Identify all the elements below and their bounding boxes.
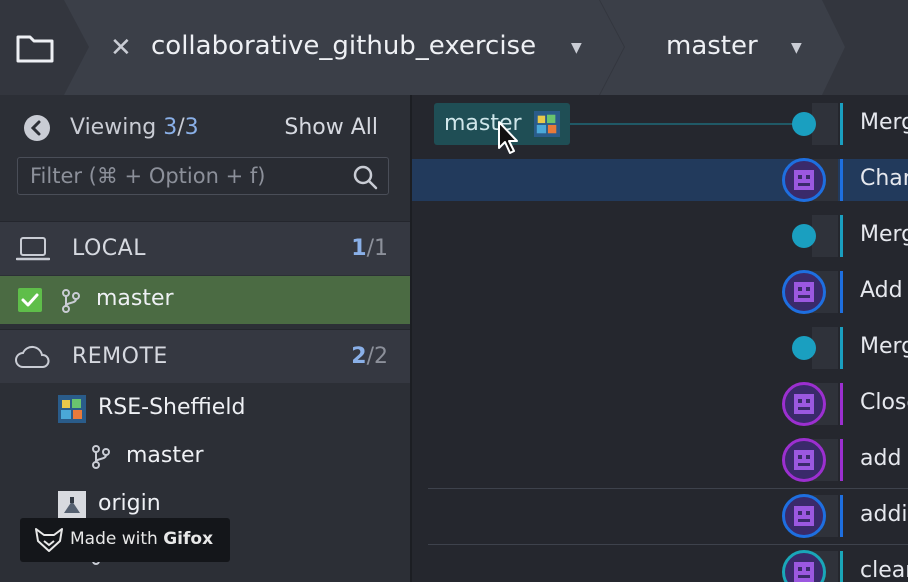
viewing-total: 3: [184, 115, 199, 140]
laptop-icon: [16, 237, 50, 261]
invader-icon: [794, 562, 814, 582]
viewing-header: Viewing 3/3 Show All: [20, 113, 400, 143]
cloud-icon: [15, 345, 50, 368]
avatar[interactable]: [782, 494, 826, 538]
gifox-watermark: Made with Gifox: [20, 518, 230, 562]
fox-icon: [35, 528, 63, 552]
avatar: [58, 491, 86, 519]
branch-icon: [92, 445, 110, 469]
commit-message: clear: [860, 558, 908, 582]
sidebar-item-remote-branch[interactable]: master: [0, 433, 410, 481]
divider: [428, 544, 908, 545]
sidebar: Viewing 3/3 Show All Filter (⌘ + Option …: [0, 95, 410, 582]
commit-bar: [840, 439, 843, 481]
merge-node[interactable]: [792, 336, 816, 360]
commit-message: Close: [860, 390, 908, 415]
sidebar-item-remote[interactable]: RSE-Sheffield: [0, 385, 410, 433]
commit-bar: [840, 383, 843, 425]
viewing-label: Viewing: [70, 115, 157, 140]
remote-count-sep: /: [366, 344, 374, 369]
filter-input[interactable]: Filter (⌘ + Option + f): [17, 157, 389, 195]
commit-bar: [840, 327, 843, 369]
folder-icon: [16, 35, 54, 62]
open-repo-button[interactable]: [0, 0, 70, 95]
invader-icon: [794, 394, 814, 414]
filter-placeholder: Filter (⌘ + Option + f): [30, 164, 266, 188]
avatar[interactable]: [782, 382, 826, 426]
remote-name: RSE-Sheffield: [98, 395, 246, 420]
check-icon: [21, 293, 39, 307]
local-section[interactable]: LOCAL 1/1: [0, 221, 410, 275]
commit-bar: [840, 495, 843, 537]
commit-bar: [840, 103, 843, 145]
commit-bar: [840, 159, 843, 201]
invader-icon: [794, 450, 814, 470]
remote-branch-label: master: [126, 443, 204, 468]
remote-count-b: 2: [374, 344, 388, 369]
gifox-label: Made with Gifox: [70, 529, 213, 549]
caret-down-icon[interactable]: ▼: [791, 40, 802, 56]
viewing-current: 3: [163, 115, 178, 140]
commit-graph: master master MergCharMergAddMergClosead…: [410, 95, 908, 582]
commit-message: add: [860, 446, 902, 471]
local-count: 1/1: [351, 236, 388, 261]
remote-section[interactable]: REMOTE 2/2: [0, 329, 410, 383]
avatar[interactable]: [782, 438, 826, 482]
remote-label: REMOTE: [72, 344, 168, 369]
invader-icon: [794, 282, 814, 302]
gifox-prefix: Made with: [70, 529, 164, 549]
caret-down-icon[interactable]: ▼: [571, 40, 582, 56]
viewing-count: Viewing 3/3: [70, 115, 199, 140]
remote-name: origin: [98, 491, 161, 516]
commit-message: addi: [860, 502, 908, 527]
invader-icon: [794, 506, 814, 526]
avatar[interactable]: [782, 270, 826, 314]
local-count-b: 1: [374, 236, 388, 261]
commit-bar: [840, 215, 843, 257]
commit-message: Char: [860, 166, 908, 191]
divider: [428, 488, 908, 489]
merge-node[interactable]: [792, 112, 816, 136]
checkbox[interactable]: [18, 288, 42, 312]
mouse-cursor-icon: [498, 121, 518, 154]
branch-name[interactable]: master: [666, 31, 758, 61]
local-branch-label: master: [96, 286, 174, 311]
avatar[interactable]: [782, 550, 826, 582]
remote-count: 2/2: [351, 344, 388, 369]
viewing-sep: /: [177, 115, 185, 140]
commit-bar: [840, 551, 843, 582]
commit-message: Merg: [860, 222, 908, 247]
remote-count-a: 2: [351, 344, 367, 369]
gifox-brand: Gifox: [163, 529, 214, 549]
commit-bar: [840, 271, 843, 313]
show-all-button[interactable]: Show All: [284, 115, 378, 140]
avatar[interactable]: [782, 158, 826, 202]
local-count-a: 1: [351, 236, 367, 261]
invader-icon: [794, 170, 814, 190]
local-label: LOCAL: [72, 236, 146, 261]
back-icon[interactable]: [24, 115, 50, 141]
sidebar-item-local-master[interactable]: master: [0, 276, 410, 324]
close-icon[interactable]: ✕: [110, 33, 132, 63]
merge-node[interactable]: [792, 224, 816, 248]
repo-name[interactable]: collaborative_github_exercise: [151, 31, 536, 61]
commit-message: Merg: [860, 334, 908, 359]
avatar: [58, 395, 86, 423]
toolbar: ✕ collaborative_github_exercise ▼ master…: [0, 0, 908, 95]
commit-message: Add: [860, 278, 903, 303]
commit-message: Merg: [860, 110, 908, 135]
search-icon: [353, 165, 378, 190]
branch-icon: [62, 289, 80, 313]
local-count-sep: /: [366, 236, 374, 261]
